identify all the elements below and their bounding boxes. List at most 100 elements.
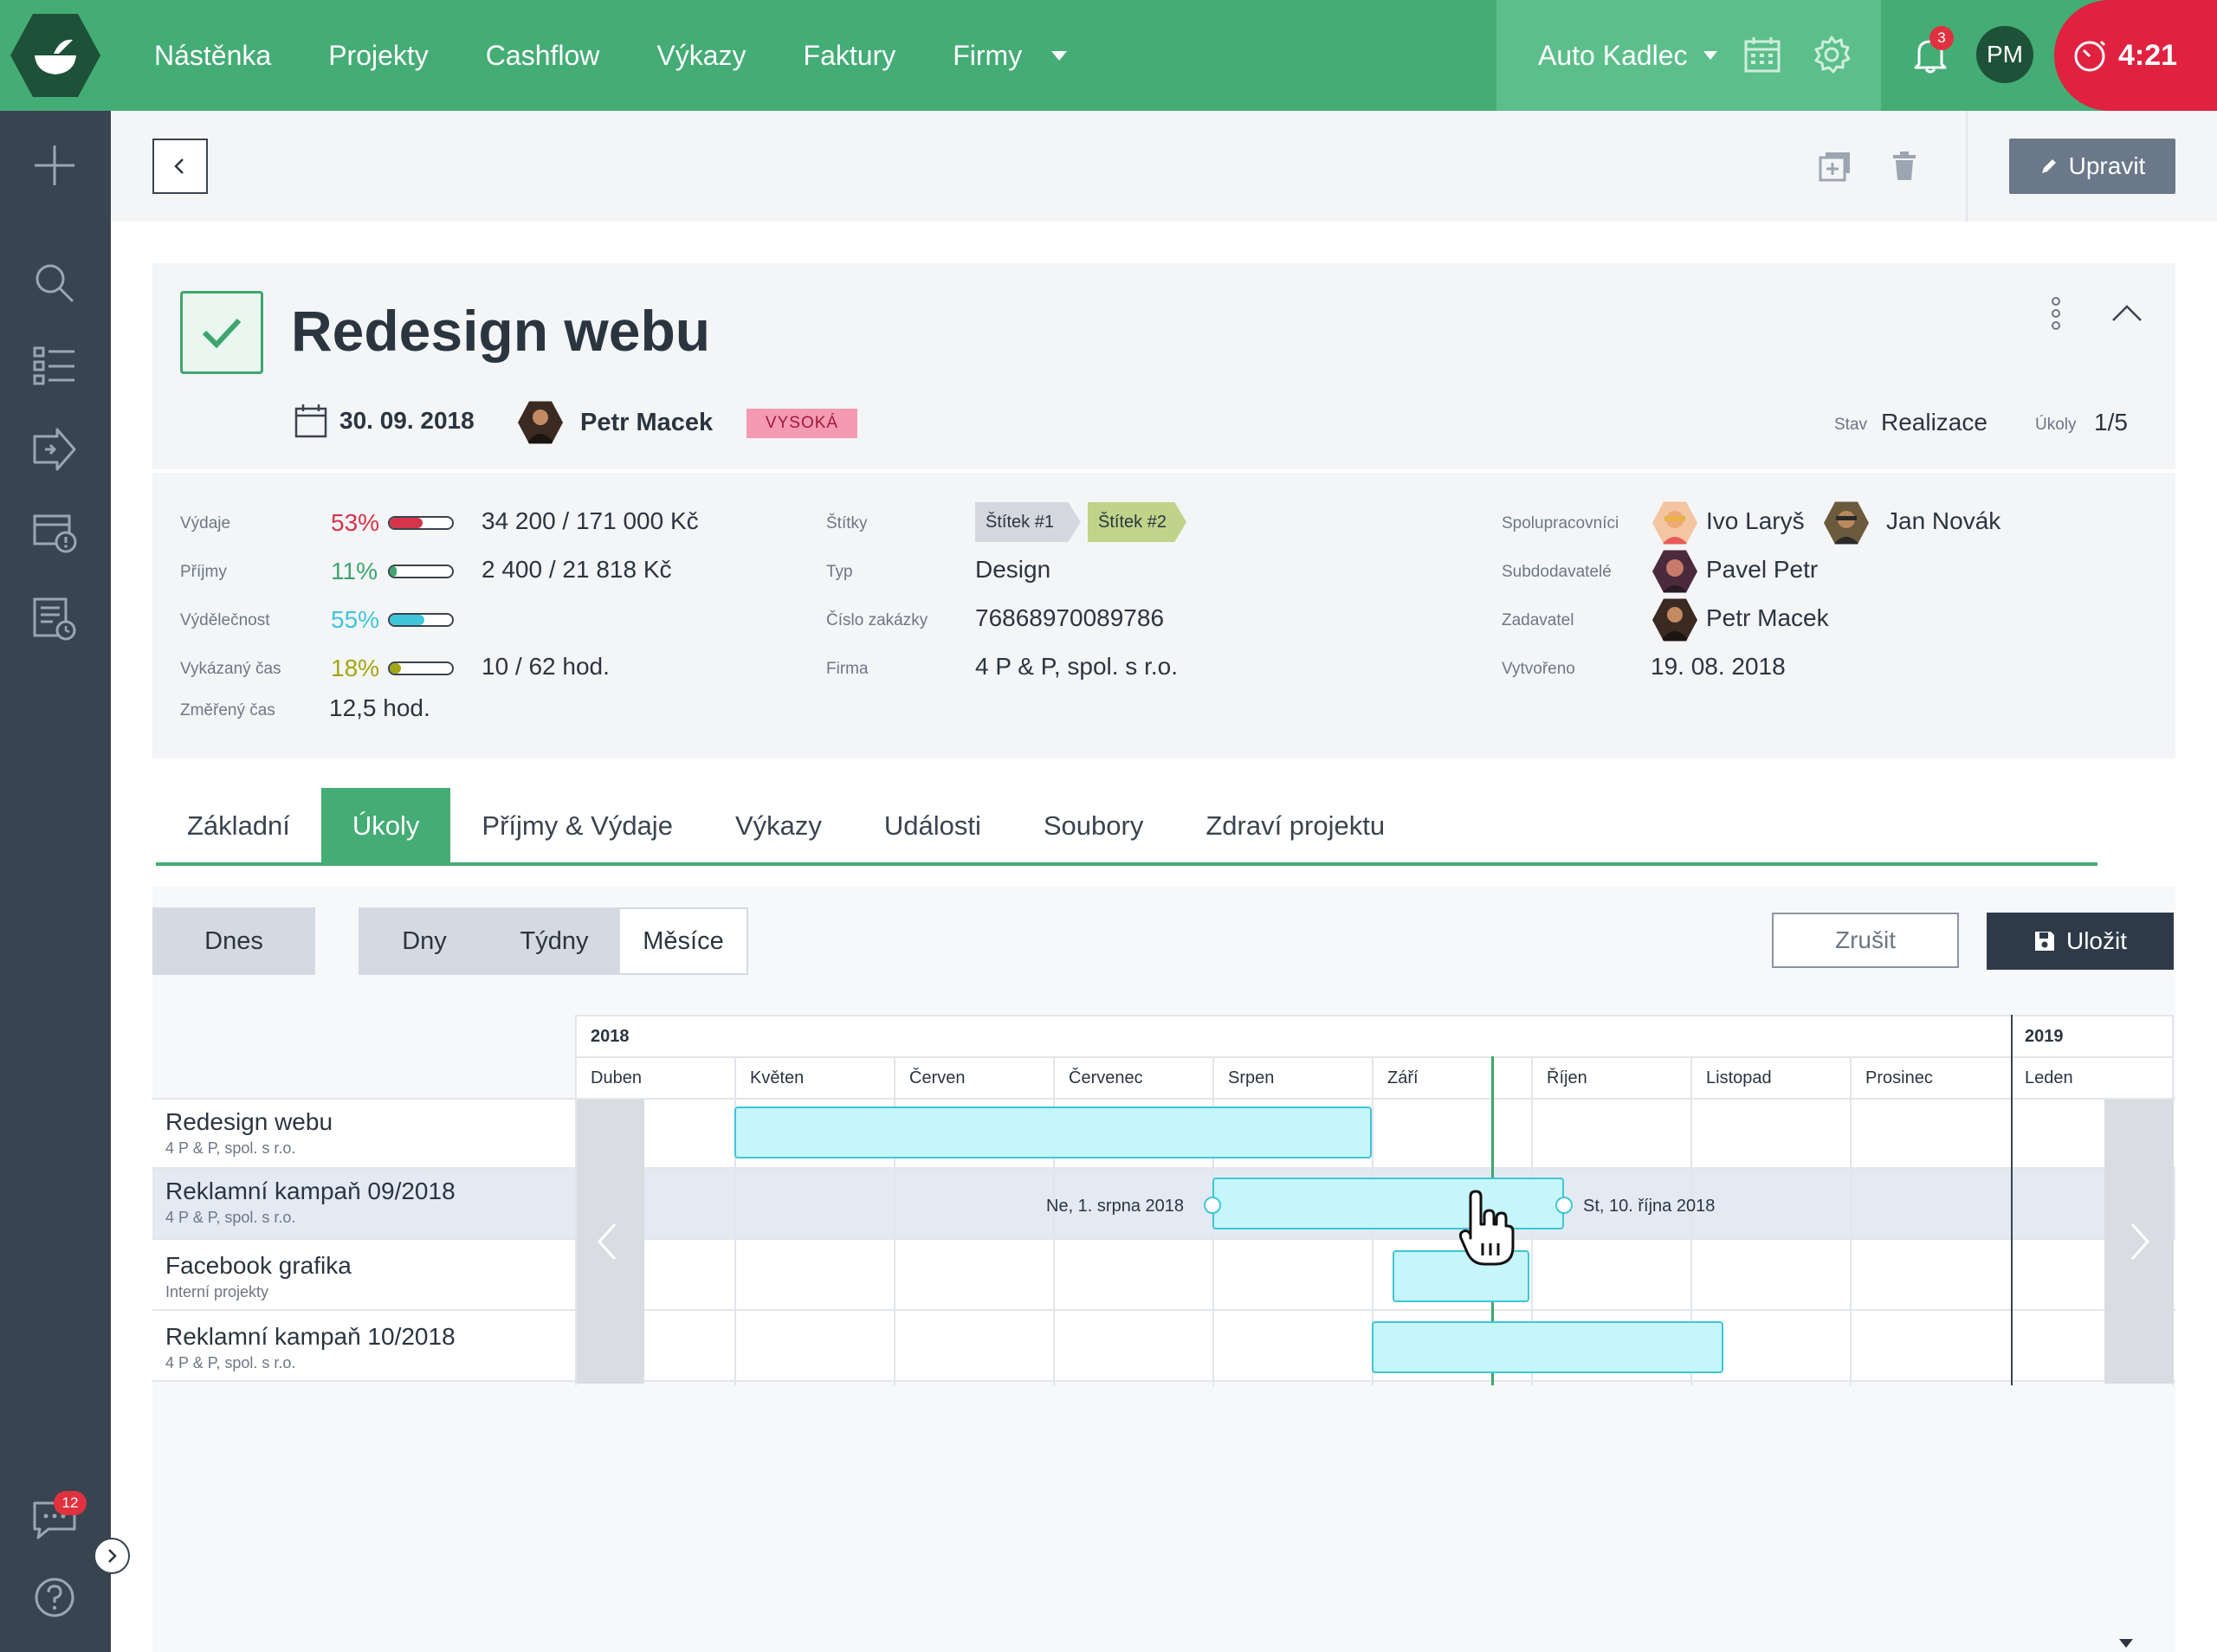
tab-files[interactable]: Soubory (1012, 788, 1174, 864)
expenses-progress-bar (388, 516, 454, 530)
month-label: Leden (2025, 1068, 2073, 1087)
search-icon[interactable] (31, 260, 78, 307)
tab-reports[interactable]: Výkazy (704, 788, 853, 864)
tags-label: Štítky (826, 514, 868, 532)
chevron-left-icon[interactable] (591, 1216, 625, 1268)
trash-icon[interactable] (1891, 151, 1917, 182)
profitability-progress-fill (390, 615, 424, 625)
status-label: Stav (1834, 416, 1868, 434)
help-icon[interactable] (31, 1574, 78, 1621)
tag-chip[interactable]: Štítek #2 (1088, 502, 1186, 542)
reported-time-progress-bar (388, 661, 454, 675)
nav-companies-label: Firmy (953, 39, 1023, 71)
timesheet-icon[interactable] (31, 596, 78, 642)
calendar-icon (294, 404, 327, 438)
nav-reports[interactable]: Výkazy (656, 40, 746, 72)
subcontractor-name[interactable]: Pavel Petr (1706, 556, 1818, 584)
expenses-percent: 53% (331, 509, 380, 536)
stopwatch-icon (2074, 40, 2106, 72)
nav-invoices[interactable]: Faktury (804, 40, 896, 72)
resize-handle-start[interactable] (1204, 1197, 1221, 1214)
edit-button-label: Upravit (2068, 152, 2146, 179)
month-label: Říjen (1547, 1068, 1587, 1087)
user-avatar[interactable]: PM (1976, 26, 2033, 83)
scale-months-button[interactable]: Měsíce (618, 907, 748, 975)
task-bar[interactable] (734, 1107, 1372, 1158)
nav-companies[interactable]: Firmy (953, 39, 1068, 72)
edit-button[interactable]: Upravit (2009, 139, 2175, 194)
measured-time-value: 12,5 hod. (329, 694, 430, 721)
gantt-row[interactable] (152, 1240, 2175, 1311)
task-bar[interactable] (1372, 1321, 1723, 1373)
tab-events[interactable]: Události (853, 788, 1012, 864)
chevron-up-icon[interactable] (2110, 300, 2144, 326)
task-firm: Interní projekty (165, 1283, 269, 1300)
checkmark-icon (202, 318, 242, 349)
gantt-grid-line (1053, 1056, 1055, 1385)
firm-value[interactable]: 4 P & P, spol. s r.o. (975, 653, 1178, 681)
chevron-right-icon[interactable] (2122, 1216, 2156, 1268)
expenses-progress-fill (390, 518, 423, 528)
collaborator-name[interactable]: Jan Novák (1886, 507, 2000, 535)
tab-project-health[interactable]: Zdraví projektu (1174, 788, 1416, 864)
nav-cashflow[interactable]: Cashflow (486, 40, 600, 72)
back-button[interactable] (152, 139, 208, 194)
task-firm: 4 P & P, spol. s r.o. (165, 1139, 296, 1157)
billing-icon[interactable] (31, 509, 78, 556)
task-name[interactable]: Facebook grafika (165, 1252, 352, 1280)
scroll-down-icon[interactable] (2118, 1638, 2134, 1649)
expenses-label: Výdaje (180, 514, 231, 532)
task-name[interactable]: Redesign webu (165, 1108, 333, 1136)
gantt-grid-line (734, 1056, 736, 1385)
task-name[interactable]: Reklamní kampaň 10/2018 (165, 1323, 456, 1351)
today-button[interactable]: Dnes (152, 907, 315, 975)
chevron-down-icon (1703, 51, 1717, 60)
order-number-label: Číslo zakázky (826, 611, 928, 629)
month-label: Září (1387, 1068, 1419, 1087)
resize-handle-end[interactable] (1555, 1197, 1573, 1214)
nav-dashboard[interactable]: Nástěnka (154, 40, 271, 72)
share-arrow-icon[interactable] (31, 426, 78, 473)
tab-tasks[interactable]: Úkoly (320, 788, 451, 864)
duplicate-icon[interactable] (1819, 151, 1852, 182)
income-value: 2 400 / 21 818 Kč (482, 556, 672, 583)
tab-income-expenses[interactable]: Příjmy & Výdaje (450, 788, 704, 864)
gantt-row[interactable] (152, 1311, 2175, 1382)
floppy-disk-icon (2034, 932, 2054, 951)
save-button[interactable]: Uložit (1987, 913, 2174, 970)
project-header-card (152, 263, 2175, 469)
gear-icon[interactable] (1812, 35, 1852, 74)
tab-basic[interactable]: Základní (156, 788, 321, 864)
created-date: 19. 08. 2018 (1651, 653, 1786, 680)
nav-projects[interactable]: Projekty (328, 40, 429, 72)
client-name[interactable]: Petr Macek (1706, 604, 1829, 632)
tag-chip[interactable]: Štítek #1 (975, 502, 1081, 542)
task-firm: 4 P & P, spol. s r.o. (165, 1209, 296, 1226)
income-label: Příjmy (180, 563, 227, 581)
calendar-icon[interactable] (1742, 35, 1782, 74)
scale-days-button[interactable]: Dny (359, 907, 490, 975)
profitability-label: Výdělečnost (180, 611, 270, 629)
expenses-value: 34 200 / 171 000 Kč (482, 507, 699, 534)
task-name[interactable]: Reklamní kampaň 09/2018 (165, 1178, 456, 1205)
income-progress-bar (388, 565, 454, 578)
client-label: Zadavatel (1502, 611, 1574, 629)
project-complete-checkbox[interactable] (180, 291, 263, 374)
expand-sidebar-button[interactable] (94, 1538, 130, 1574)
scale-weeks-button[interactable]: Týdny (490, 907, 618, 975)
plus-icon[interactable] (31, 142, 78, 189)
time-tracker[interactable]: 4:21 (2054, 0, 2217, 111)
cancel-button[interactable]: Zrušit (1772, 913, 1959, 968)
task-list-icon[interactable] (31, 343, 78, 390)
collaborators-label: Spolupracovníci (1502, 514, 1619, 532)
more-options-icon[interactable] (2047, 296, 2065, 331)
hand-cursor-icon (1458, 1190, 1515, 1266)
type-value: Design (975, 556, 1051, 583)
subcontractors-label: Subdodavatelé (1502, 563, 1612, 581)
gantt-grid-line (894, 1056, 895, 1385)
app-logo[interactable] (10, 12, 100, 99)
status-value[interactable]: Realizace (1881, 409, 1988, 436)
profitability-percent: 55% (331, 606, 380, 633)
month-label: Duben (591, 1068, 642, 1087)
collaborator-name[interactable]: Ivo Laryš (1706, 507, 1805, 535)
